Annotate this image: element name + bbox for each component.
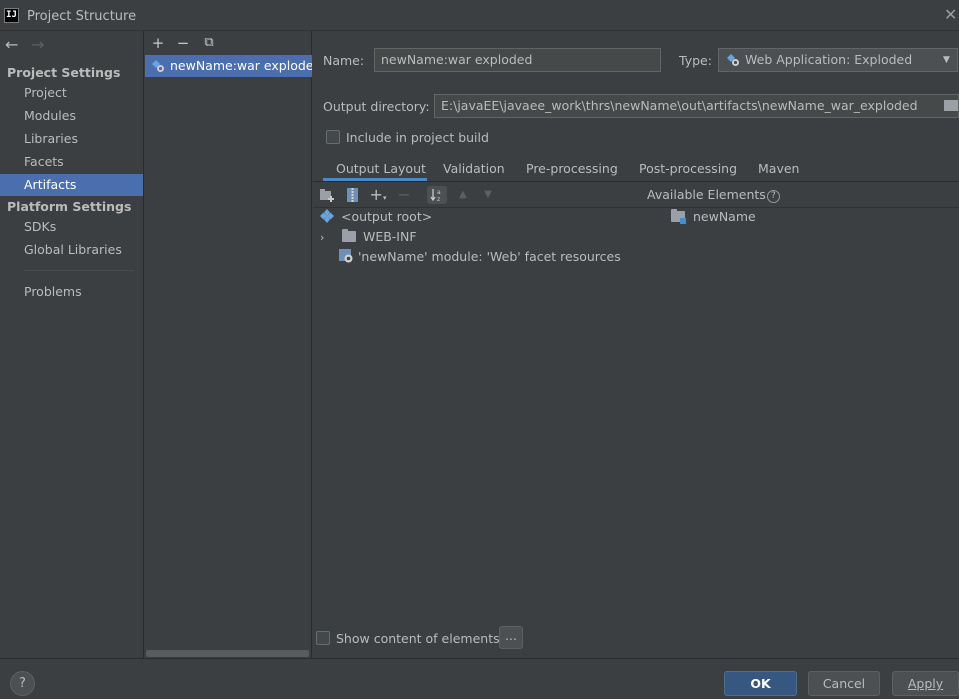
tree-row-label: <output root> (340, 209, 433, 224)
browse-folder-icon[interactable] (944, 100, 958, 111)
artifact-type-select[interactable]: Web Application: Exploded ▼ (718, 48, 958, 72)
include-in-build-label: Include in project build (346, 130, 489, 145)
add-artifact-icon[interactable]: + (150, 34, 166, 52)
create-archive-icon[interactable] (343, 186, 361, 204)
remove-artifact-icon[interactable]: − (175, 34, 191, 52)
move-up-icon[interactable]: ▲ (454, 186, 472, 204)
help-button[interactable]: ? (10, 671, 35, 696)
artifact-type-value: Web Application: Exploded (745, 52, 913, 67)
name-label: Name: (323, 53, 365, 68)
tree-row-label: newName (692, 209, 756, 224)
web-artifact-icon (152, 60, 164, 72)
create-directory-icon[interactable] (318, 186, 336, 204)
apply-button[interactable]: Apply (892, 671, 959, 696)
available-tree-row-newname[interactable]: newName (671, 207, 756, 227)
window-title: Project Structure (27, 9, 137, 24)
tree-row-label: WEB-INF (362, 229, 417, 244)
close-icon[interactable]: ✕ (944, 6, 959, 24)
tree-row-output-root[interactable]: <output root> (320, 207, 432, 227)
web-facet-icon (339, 249, 353, 263)
sidebar-item-sdks[interactable]: SDKs (0, 216, 143, 238)
copy-artifact-icon[interactable]: ⧉ (201, 34, 217, 52)
sidebar-item-artifacts[interactable]: Artifacts (0, 174, 143, 196)
output-directory-field[interactable]: E:\javaEE\javaee_work\thrs\newName\out\a… (434, 94, 959, 118)
chevron-right-icon[interactable]: › (320, 228, 332, 248)
output-directory-label: Output directory: (323, 99, 430, 114)
sidebar-item-modules[interactable]: Modules (0, 105, 143, 127)
type-label: Type: (679, 53, 712, 68)
tab-validation[interactable]: Validation (443, 159, 505, 181)
folder-icon (341, 229, 356, 242)
available-elements-label: Available Elements? (647, 187, 780, 203)
show-content-options-button[interactable]: ... (499, 626, 523, 649)
dialog-footer: ? OK Cancel Apply (0, 658, 959, 699)
svg-text:a: a (437, 189, 441, 196)
include-in-build-checkbox[interactable] (326, 130, 340, 144)
sidebar-item-project[interactable]: Project (0, 82, 143, 104)
svg-text:z: z (437, 196, 440, 202)
forward-arrow-icon[interactable]: → (31, 35, 44, 54)
title-bar: IJ Project Structure ✕ (0, 0, 959, 31)
tab-post-processing[interactable]: Post-processing (639, 159, 737, 181)
help-icon[interactable]: ? (766, 190, 780, 203)
artifact-name-field[interactable]: newName:war exploded (374, 48, 661, 72)
artifact-list-panel: + − ⧉ newName:war exploded (145, 31, 312, 658)
show-content-label: Show content of elements (336, 631, 500, 646)
back-arrow-icon[interactable]: ← (5, 35, 18, 54)
sidebar-item-global-libraries[interactable]: Global Libraries (0, 239, 143, 261)
intellij-logo-icon: IJ (4, 8, 19, 23)
horizontal-scrollbar[interactable] (146, 650, 309, 657)
sidebar-item-libraries[interactable]: Libraries (0, 128, 143, 150)
module-folder-icon (671, 209, 686, 224)
sort-elements-icon[interactable]: az (427, 186, 447, 204)
remove-element-icon[interactable]: − (395, 186, 413, 204)
sidebar-divider (24, 270, 134, 271)
project-settings-heading: Project Settings (7, 65, 121, 80)
chevron-down-icon: ▼ (943, 55, 950, 65)
apply-button-label: Apply (907, 676, 944, 691)
tree-row-label: 'newName' module: 'Web' facet resources (357, 249, 621, 264)
artifact-list-item[interactable]: newName:war exploded (145, 55, 312, 77)
move-down-icon[interactable]: ▼ (479, 186, 497, 204)
web-artifact-icon (727, 54, 739, 66)
artifact-icon (320, 209, 334, 223)
tab-maven[interactable]: Maven (758, 159, 799, 181)
artifact-editor: Name: newName:war exploded Type: Web App… (313, 31, 959, 658)
sidebar-item-facets[interactable]: Facets (0, 151, 143, 173)
artifact-list-item-label: newName:war exploded (170, 58, 312, 73)
tree-row-facet-resources[interactable]: 'newName' module: 'Web' facet resources (339, 247, 621, 267)
settings-sidebar: ← → Project Settings Project Modules Lib… (0, 31, 144, 658)
platform-settings-heading: Platform Settings (7, 199, 132, 214)
ok-button[interactable]: OK (724, 671, 797, 696)
cancel-button[interactable]: Cancel (808, 671, 880, 696)
show-content-checkbox[interactable] (316, 631, 330, 645)
tree-row-web-inf[interactable]: › WEB-INF (320, 227, 417, 247)
sidebar-item-problems[interactable]: Problems (0, 281, 143, 303)
output-layout-toolbar: +▾ − az ▲ ▼ Available Elements? (313, 182, 959, 208)
add-copy-of-icon[interactable]: +▾ (369, 186, 387, 204)
tab-pre-processing[interactable]: Pre-processing (526, 159, 618, 181)
